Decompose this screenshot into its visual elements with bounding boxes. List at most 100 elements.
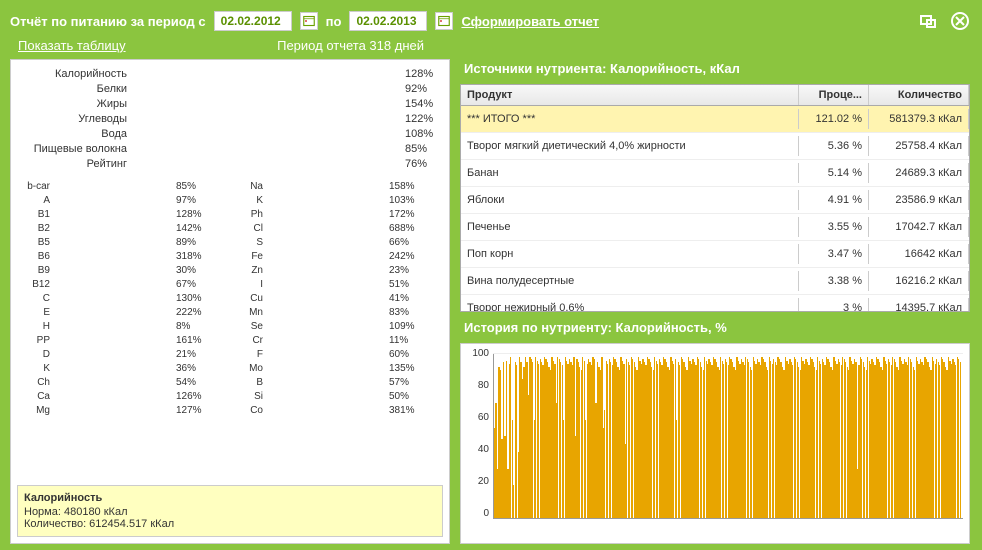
micro-bar[interactable]: b-car 85% bbox=[17, 179, 230, 193]
window-mode-button[interactable] bbox=[916, 9, 940, 33]
table-row[interactable]: Вина полудесертные 3.38 % 16216.2 кКал bbox=[461, 268, 969, 295]
bar-label: Cl bbox=[230, 223, 266, 234]
summary-bar[interactable]: Белки 92% bbox=[17, 81, 443, 96]
minerals-column: Na 158% K 103% Ph 172% Cl 688% S 66% bbox=[230, 179, 443, 477]
micro-bar[interactable]: K 103% bbox=[230, 193, 443, 207]
table-row[interactable]: Поп корн 3.47 % 16642 кКал bbox=[461, 241, 969, 268]
micro-bar[interactable]: Zn 23% bbox=[230, 263, 443, 277]
micro-bar[interactable]: B2 142% bbox=[17, 221, 230, 235]
table-row[interactable]: Творог мягкий диетический 4,0% жирности … bbox=[461, 133, 969, 160]
micro-bar[interactable]: S 66% bbox=[230, 235, 443, 249]
summary-bar[interactable]: Пищевые волокна 85% bbox=[17, 141, 443, 156]
table-row[interactable]: Творог нежирный 0,6% 3 % 14395.7 кКал bbox=[461, 295, 969, 311]
summary-bar[interactable]: Углеводы 122% bbox=[17, 111, 443, 126]
summary-bar[interactable]: Жиры 154% bbox=[17, 96, 443, 111]
summary-bar[interactable]: Калорийность 128% bbox=[17, 66, 443, 81]
micro-bar[interactable]: Co 381% bbox=[230, 403, 443, 417]
micro-bar[interactable]: Na 158% bbox=[230, 179, 443, 193]
generate-report-link[interactable]: Сформировать отчет bbox=[461, 14, 599, 29]
micro-bar[interactable]: E 222% bbox=[17, 305, 230, 319]
bar-label: Se bbox=[230, 321, 266, 332]
col-percent[interactable]: Проце... bbox=[799, 85, 869, 105]
bar-label: B bbox=[230, 377, 266, 388]
bar-label: Co bbox=[230, 405, 266, 416]
micro-bar[interactable]: Ph 172% bbox=[230, 207, 443, 221]
bar-label: I bbox=[230, 279, 266, 290]
bar-label: Ca bbox=[17, 391, 53, 402]
micro-bar[interactable]: Cl 688% bbox=[230, 221, 443, 235]
micro-bar[interactable]: I 51% bbox=[230, 277, 443, 291]
micro-bar[interactable]: B 57% bbox=[230, 375, 443, 389]
micro-bar[interactable]: H 8% bbox=[17, 319, 230, 333]
bar-label: Жиры bbox=[17, 98, 131, 110]
bar-value: 103% bbox=[386, 195, 415, 206]
micro-bar[interactable]: Mo 135% bbox=[230, 361, 443, 375]
micro-bar[interactable]: B1 128% bbox=[17, 207, 230, 221]
history-y-axis: 100806040200 bbox=[465, 348, 491, 519]
bar-label: Ch bbox=[17, 377, 53, 388]
bar-value: 128% bbox=[173, 209, 202, 220]
micro-bar[interactable]: Cu 41% bbox=[230, 291, 443, 305]
micro-bar[interactable]: D 21% bbox=[17, 347, 230, 361]
bar-value: 41% bbox=[386, 293, 409, 304]
calendar-from-button[interactable] bbox=[300, 12, 318, 30]
history-bar bbox=[960, 362, 961, 518]
col-amount[interactable]: Количество bbox=[869, 85, 969, 105]
header-title: Отчёт по питанию за период с bbox=[10, 14, 206, 29]
bar-label: K bbox=[230, 195, 266, 206]
bar-label: Вода bbox=[17, 128, 131, 140]
micro-bar[interactable]: Ca 126% bbox=[17, 389, 230, 403]
bar-label: D bbox=[17, 349, 53, 360]
bar-label: S bbox=[230, 237, 266, 248]
bar-value: 50% bbox=[386, 391, 409, 402]
bar-label: Si bbox=[230, 391, 266, 402]
close-button[interactable] bbox=[948, 9, 972, 33]
micro-bar[interactable]: Se 109% bbox=[230, 319, 443, 333]
app-root: Отчёт по питанию за период с по Сформиро… bbox=[0, 0, 982, 550]
micro-bar[interactable]: F 60% bbox=[230, 347, 443, 361]
bar-label: Mn bbox=[230, 307, 266, 318]
micro-bar[interactable]: Cr 11% bbox=[230, 333, 443, 347]
micro-bar[interactable]: B12 67% bbox=[17, 277, 230, 291]
micro-bar[interactable]: K 36% bbox=[17, 361, 230, 375]
cell-amount: 25758.4 кКал bbox=[869, 136, 969, 156]
micro-bar[interactable]: Mn 83% bbox=[230, 305, 443, 319]
table-body[interactable]: *** ИТОГО *** 121.02 % 581379.3 кКал Тво… bbox=[461, 106, 969, 311]
table-row[interactable]: Банан 5.14 % 24689.3 кКал bbox=[461, 160, 969, 187]
micro-bar[interactable]: Fe 242% bbox=[230, 249, 443, 263]
bar-label: Cr bbox=[230, 335, 266, 346]
calendar-to-button[interactable] bbox=[435, 12, 453, 30]
micro-bar[interactable]: Si 50% bbox=[230, 389, 443, 403]
nutrient-chart-panel: Калорийность 128% Белки 92% Жиры 154% Уг… bbox=[10, 59, 450, 544]
bar-value: 154% bbox=[401, 98, 433, 110]
micro-bar[interactable]: Ch 54% bbox=[17, 375, 230, 389]
table-row[interactable]: Яблоки 4.91 % 23586.9 кКал bbox=[461, 187, 969, 214]
bar-label: B12 bbox=[17, 279, 53, 290]
date-to-input[interactable] bbox=[349, 11, 427, 31]
bar-value: 67% bbox=[173, 279, 196, 290]
summary-bar[interactable]: Вода 108% bbox=[17, 126, 443, 141]
table-row[interactable]: Печенье 3.55 % 17042.7 кКал bbox=[461, 214, 969, 241]
date-from-input[interactable] bbox=[214, 11, 292, 31]
micro-bar[interactable]: PP 161% bbox=[17, 333, 230, 347]
bar-label: A bbox=[17, 195, 53, 206]
col-product[interactable]: Продукт bbox=[461, 85, 799, 105]
bar-value: 83% bbox=[386, 307, 409, 318]
calendar-icon bbox=[438, 15, 450, 27]
cell-amount: 24689.3 кКал bbox=[869, 163, 969, 183]
bar-value: 381% bbox=[386, 405, 415, 416]
micro-bar[interactable]: A 97% bbox=[17, 193, 230, 207]
bar-label: Белки bbox=[17, 83, 131, 95]
micro-bar[interactable]: B9 30% bbox=[17, 263, 230, 277]
bar-value: 89% bbox=[173, 237, 196, 248]
bar-label: B6 bbox=[17, 251, 53, 262]
micro-bar[interactable]: B5 89% bbox=[17, 235, 230, 249]
table-row[interactable]: *** ИТОГО *** 121.02 % 581379.3 кКал bbox=[461, 106, 969, 133]
cell-percent: 3 % bbox=[799, 298, 869, 311]
summary-bar[interactable]: Рейтинг 76% bbox=[17, 156, 443, 171]
bar-value: 60% bbox=[386, 349, 409, 360]
micro-bar[interactable]: B6 318% bbox=[17, 249, 230, 263]
micro-bar[interactable]: Mg 127% bbox=[17, 403, 230, 417]
micro-bar[interactable]: C 130% bbox=[17, 291, 230, 305]
show-table-link[interactable]: Показать таблицу bbox=[18, 38, 126, 53]
